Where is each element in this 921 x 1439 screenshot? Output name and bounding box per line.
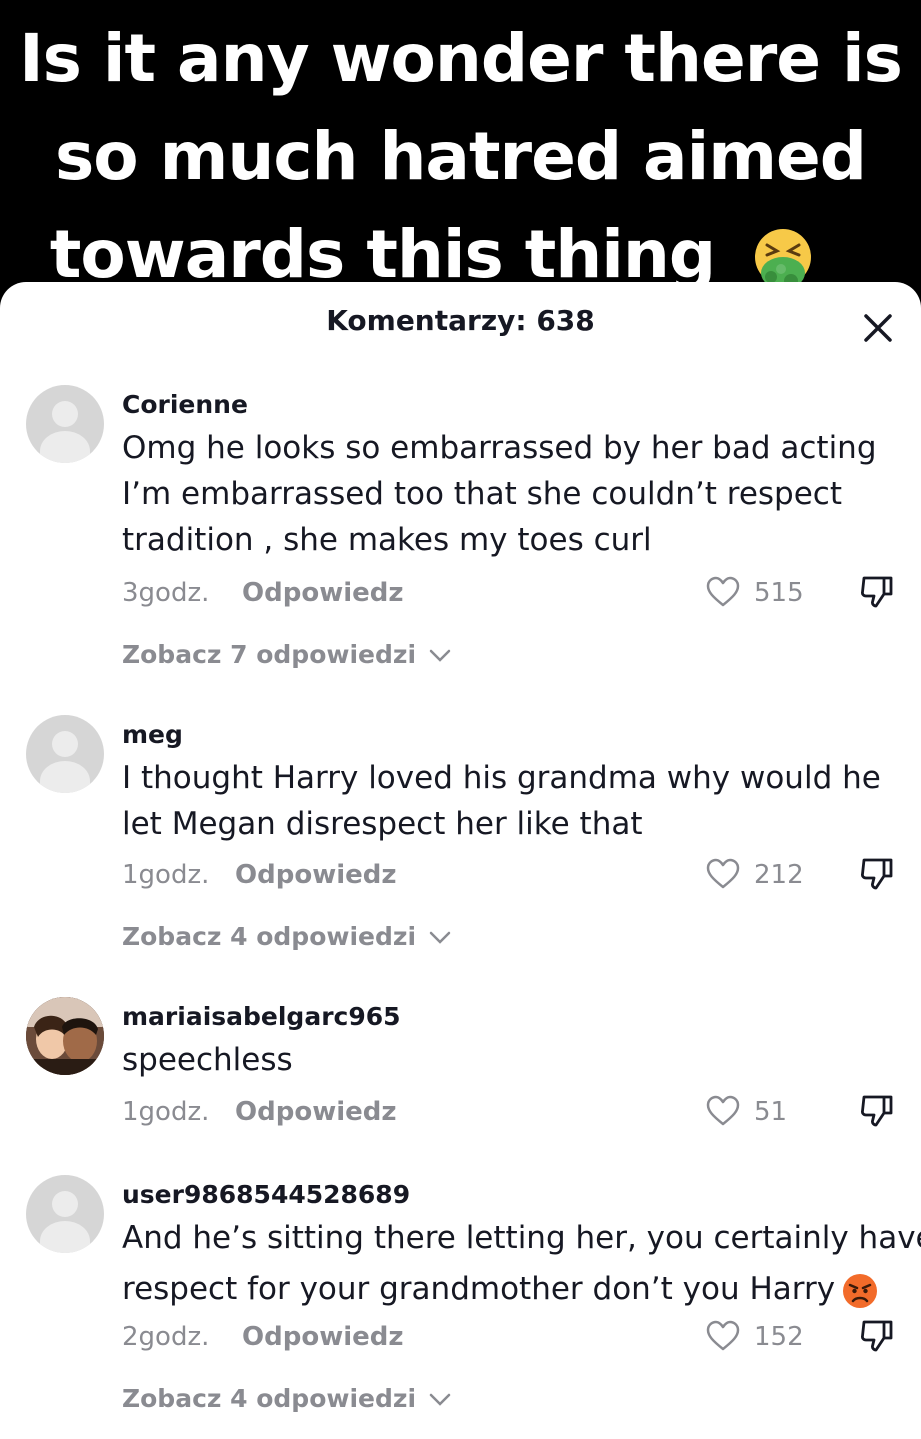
comment-text-line: let Megan disrespect her like that: [122, 806, 643, 842]
close-icon: [864, 314, 892, 342]
thumbs-down-icon: [861, 1320, 893, 1352]
video-caption: Is it any wonder there is so much hatred…: [0, 0, 921, 300]
thumbs-down-icon: [861, 858, 893, 890]
thumbs-down-icon: [861, 1095, 893, 1127]
comment-text-line: I thought Harry loved his grandma why wo…: [122, 760, 881, 796]
avatar-placeholder-head: [52, 1191, 78, 1217]
comments-count-title: Komentarzy: 638: [326, 304, 595, 337]
comment-text-line: speechless: [122, 1042, 293, 1078]
comment-username[interactable]: Corienne: [122, 390, 248, 419]
dislike-button[interactable]: [858, 1091, 896, 1129]
close-button[interactable]: [856, 306, 900, 350]
chevron-down-icon: [429, 649, 450, 662]
reply-button[interactable]: Odpowiedz: [235, 860, 397, 890]
reply-button[interactable]: Odpowiedz: [242, 1322, 404, 1352]
like-count: 212: [754, 860, 804, 890]
avatar[interactable]: [26, 997, 104, 1075]
avatar-placeholder-body: [40, 431, 90, 463]
comment-text-line: respect for your grandmother don’t you H…: [122, 1266, 879, 1312]
view-replies-button[interactable]: Zobacz 4 odpowiedzi: [122, 1384, 451, 1413]
comment-text-segment: respect for your grandmother don’t you H…: [122, 1271, 836, 1307]
view-replies-label: Zobacz 4 odpowiedzi: [122, 922, 417, 951]
dislike-button[interactable]: [858, 1316, 896, 1354]
view-replies-button[interactable]: Zobacz 7 odpowiedzi: [122, 640, 451, 669]
heart-icon: [706, 858, 740, 889]
chevron-down-icon: [429, 931, 450, 944]
comment-text-line: And he’s sitting there letting her, you …: [122, 1220, 921, 1256]
comment-text-line: I’m embarrassed too that she couldn’t re…: [122, 476, 843, 512]
comment-timestamp: 1godz.: [122, 860, 210, 890]
reply-button[interactable]: Odpowiedz: [242, 578, 404, 608]
like-count: 51: [754, 1097, 788, 1127]
avatar[interactable]: [26, 1175, 104, 1253]
heart-icon: [706, 1095, 740, 1126]
reply-button[interactable]: Odpowiedz: [235, 1097, 397, 1127]
heart-icon: [706, 576, 740, 607]
thumbs-down-icon: [861, 576, 893, 608]
like-count: 152: [754, 1322, 804, 1352]
like-button[interactable]: [706, 576, 740, 608]
avatar-placeholder-body: [40, 761, 90, 793]
like-button[interactable]: [706, 1095, 740, 1127]
user-photo-avatar: [26, 997, 104, 1075]
angry-face-emoji: [843, 1273, 878, 1308]
heart-icon: [706, 1320, 740, 1351]
comment-username[interactable]: mariaisabelgarc965: [122, 1002, 401, 1031]
avatar[interactable]: [26, 715, 104, 793]
comment-timestamp: 1godz.: [122, 1097, 210, 1127]
view-replies-label: Zobacz 4 odpowiedzi: [122, 1384, 417, 1413]
comment-timestamp: 2godz.: [122, 1322, 210, 1352]
view-replies-label: Zobacz 7 odpowiedzi: [122, 640, 417, 669]
comment-text-line: tradition , she makes my toes curl: [122, 522, 652, 558]
avatar-placeholder-head: [52, 731, 78, 757]
caption-line-2: so much hatred aimed: [55, 118, 867, 195]
avatar-placeholder-body: [40, 1221, 90, 1253]
chevron-down-icon: [429, 1393, 450, 1406]
comment-username[interactable]: meg: [122, 720, 183, 749]
comments-sheet: Komentarzy: 638 Corienne Omg he looks so…: [0, 282, 921, 1439]
like-button[interactable]: [706, 1320, 740, 1352]
dislike-button[interactable]: [858, 572, 896, 610]
comment-timestamp: 3godz.: [122, 578, 210, 608]
like-button[interactable]: [706, 858, 740, 890]
comment-username[interactable]: user9868544528689: [122, 1180, 410, 1209]
view-replies-button[interactable]: Zobacz 4 odpowiedzi: [122, 922, 451, 951]
avatar-placeholder-head: [52, 401, 78, 427]
caption-line-1: Is it any wonder there is: [19, 20, 903, 97]
comment-text-line: Omg he looks so embarrassed by her bad a…: [122, 430, 877, 466]
like-count: 515: [754, 578, 804, 608]
dislike-button[interactable]: [858, 854, 896, 892]
avatar[interactable]: [26, 385, 104, 463]
